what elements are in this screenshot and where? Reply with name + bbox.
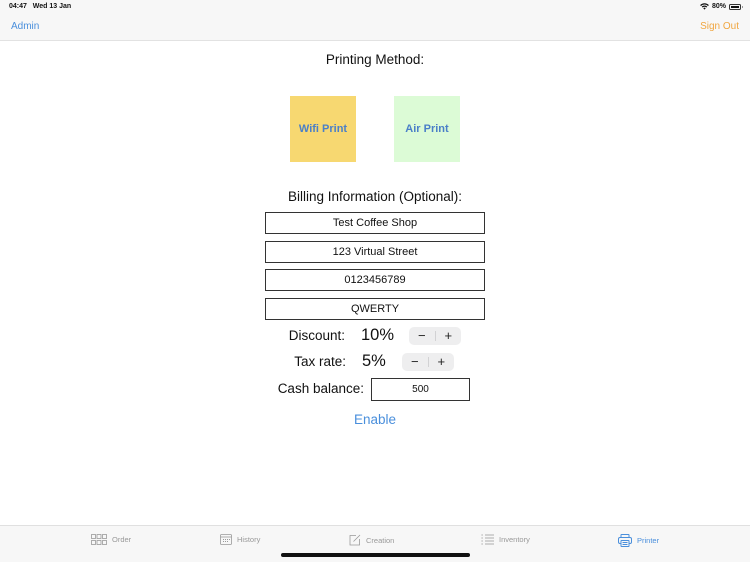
sign-out-button[interactable]: Sign Out xyxy=(700,21,739,32)
discount-value: 10% xyxy=(361,326,395,344)
printer-icon xyxy=(618,534,632,547)
tab-order-label: Order xyxy=(112,535,132,544)
billing-title: Billing Information (Optional): xyxy=(287,189,463,204)
tax-increment-button[interactable]: + xyxy=(429,353,455,371)
time-text: 04:47 xyxy=(9,3,27,10)
tax-decrement-button[interactable]: − xyxy=(402,353,428,371)
tab-printer-label: Printer xyxy=(637,536,660,545)
calendar-icon xyxy=(220,534,232,545)
discount-increment-button[interactable]: + xyxy=(436,327,462,345)
phone-field[interactable]: 0123456789 xyxy=(265,269,485,291)
billing-code-field[interactable]: QWERTY xyxy=(265,298,485,320)
discount-label: Discount: xyxy=(288,328,345,343)
enable-label: Enable xyxy=(353,412,397,427)
tab-printer[interactable]: Printer xyxy=(618,534,659,547)
printing-method-title: Printing Method: xyxy=(325,52,425,67)
tab-inventory[interactable]: Inventory xyxy=(481,534,530,545)
tab-history[interactable]: History xyxy=(220,534,260,545)
tab-creation[interactable]: Creation xyxy=(349,534,394,546)
status-bar: 04:47 Wed 13 Jan 80% xyxy=(0,0,750,14)
air-print-button[interactable]: Air Print xyxy=(394,96,460,162)
status-right: 80% xyxy=(700,3,743,10)
navigation-bar: Admin Sign Out xyxy=(0,14,750,41)
address-field[interactable]: 123 Virtual Street xyxy=(265,241,485,263)
tax-rate-value: 5% xyxy=(362,352,386,370)
tab-history-label: History xyxy=(237,535,261,544)
tax-rate-stepper: − + xyxy=(402,353,454,371)
tax-rate-label: Tax rate: xyxy=(294,354,346,369)
date-text: Wed 13 Jan xyxy=(32,3,72,10)
cash-balance-input[interactable]: 500 xyxy=(371,378,470,401)
battery-icon xyxy=(729,3,743,10)
list-icon xyxy=(481,534,494,545)
shop-name-field[interactable]: Test Coffee Shop xyxy=(265,212,485,234)
battery-fill xyxy=(731,5,739,8)
wifi-icon xyxy=(700,3,709,10)
discount-stepper: − + xyxy=(409,327,461,345)
discount-decrement-button[interactable]: − xyxy=(409,327,435,345)
wifi-print-label: Wifi Print xyxy=(298,123,348,135)
air-print-label: Air Print xyxy=(405,123,449,135)
grid-icon xyxy=(91,534,107,545)
tab-inventory-label: Inventory xyxy=(499,535,530,544)
tab-order[interactable]: Order xyxy=(91,534,131,545)
status-time: 04:47 Wed 13 Jan xyxy=(9,3,71,10)
enable-button[interactable]: Enable xyxy=(0,412,750,427)
edit-icon xyxy=(349,534,361,546)
home-indicator[interactable] xyxy=(281,553,470,557)
cash-balance-label: Cash balance: xyxy=(277,381,364,396)
wifi-print-button[interactable]: Wifi Print xyxy=(290,96,356,162)
tab-creation-label: Creation xyxy=(366,535,395,545)
battery-percent: 80% xyxy=(711,3,726,10)
admin-button[interactable]: Admin xyxy=(11,21,39,32)
